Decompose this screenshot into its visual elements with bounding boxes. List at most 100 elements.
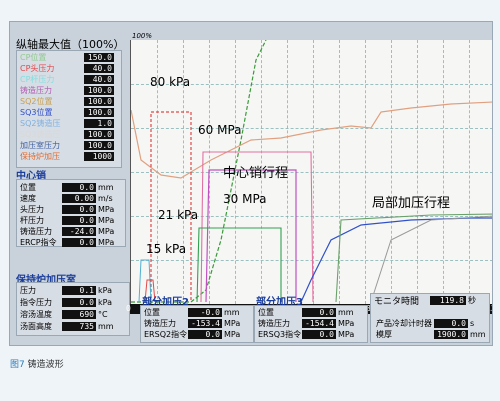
figure-caption: 图7 铸造波形 xyxy=(10,357,64,370)
legend-row: SQ2位置 100.0 xyxy=(18,96,114,106)
data-row: 指令压力 0.0 kPa xyxy=(18,297,112,307)
data-row: ERSQ2指令 0.0 MPa xyxy=(142,329,240,339)
top-axis-mark: 100% xyxy=(132,32,153,40)
legend-value: 100.0 xyxy=(84,96,114,106)
legend-row: 保持炉加压 1000 xyxy=(18,151,114,161)
row-unit: s xyxy=(470,318,475,328)
row-unit: mm xyxy=(470,329,486,339)
row-label: 铸造压力 xyxy=(144,318,176,328)
legend-label: 保持炉加压 xyxy=(20,151,60,161)
legend-value: 1000 xyxy=(84,151,114,161)
legend-label: SQ2铸造压 xyxy=(20,118,61,128)
data-row: 压力 0.1 kPa xyxy=(18,285,112,295)
row-label: ERCP指令 xyxy=(20,237,57,247)
legend-label: 铸造压力 xyxy=(20,85,52,95)
x-tick-label: 0 xyxy=(126,304,131,313)
row-unit: °C xyxy=(98,309,108,319)
row-value: 0.1 xyxy=(62,285,96,295)
monitor-time-row: モニタ時間 119.8 秒 xyxy=(374,295,476,307)
legend-value: 1.0 xyxy=(84,118,114,128)
row-label: ERSQ2指令 xyxy=(144,329,188,339)
row-value: 0.0 xyxy=(62,204,96,214)
row-label: 位置 xyxy=(258,307,274,317)
legend-row: SQ3铸造压 100.0 xyxy=(18,129,114,139)
legend-row: CP杆压力 40.0 xyxy=(18,74,114,84)
row-value: 0.0 xyxy=(62,237,96,247)
row-unit: mm xyxy=(224,307,240,317)
row-label: 头压力 xyxy=(20,204,44,214)
legend-value: 100.0 xyxy=(84,129,114,139)
legend-row: CP位置 150.0 xyxy=(18,52,114,62)
row-value: 0.0 xyxy=(434,318,468,328)
data-row: 铸造压力 -154.4 MPa xyxy=(256,318,354,328)
legend-row: CP头压力 40.0 xyxy=(18,63,114,73)
monitor-time-label: モニタ時間 xyxy=(374,296,420,307)
row-value: -0.0 xyxy=(188,307,222,317)
row-value: 1900.0 xyxy=(434,329,468,339)
row-value: 0.0 xyxy=(62,297,96,307)
data-row: 位置 0.0 mm xyxy=(18,182,114,192)
data-row: 位置 0.0 mm xyxy=(256,307,354,317)
data-row: 产品冷却计时器 0.0 s xyxy=(374,318,474,328)
row-label: 位置 xyxy=(144,307,160,317)
row-label: 杆压力 xyxy=(20,215,44,225)
legend-label: SQ3位置 xyxy=(20,107,53,117)
row-label: 铸造压力 xyxy=(258,318,290,328)
row-label: 位置 xyxy=(20,182,36,192)
annot-center-pin-stroke: 中心销行程 xyxy=(223,166,289,181)
monitor-screen: 纵轴最大值（100%） 100% CP位置 150.0 CP头压力 40.0 CP杆压力… xyxy=(9,21,493,346)
legend-row: 加压室压力 100.0 xyxy=(18,140,114,150)
legend-value: 100.0 xyxy=(84,140,114,150)
row-unit: MPa xyxy=(98,204,115,214)
annot-30mpa: 30 MPa xyxy=(223,192,267,206)
row-unit: kPa xyxy=(98,297,112,307)
row-value: 0.0 xyxy=(302,307,336,317)
monitor-time-value: 119.8 xyxy=(430,295,466,305)
data-row: 杆压力 0.0 MPa xyxy=(18,215,114,225)
legend-value: 40.0 xyxy=(84,63,114,73)
row-value: 0.0 xyxy=(62,215,96,225)
caption-text: 铸造波形 xyxy=(27,360,64,370)
row-label: ERSQ3指令 xyxy=(258,329,302,339)
row-unit: kPa xyxy=(98,285,112,295)
legend-label: CP头压力 xyxy=(20,63,55,73)
annot-80kpa: 80 kPa xyxy=(150,75,191,89)
legend-label: SQ2位置 xyxy=(20,96,53,106)
row-unit: MPa xyxy=(338,329,355,339)
row-unit: MPa xyxy=(98,237,115,247)
row-unit: MPa xyxy=(224,318,241,328)
annot-15kpa: 15 kPa xyxy=(146,242,187,256)
row-value: 735 xyxy=(62,321,96,331)
row-label: 速度 xyxy=(20,193,36,203)
legend-row: 铸造压力 100.0 xyxy=(18,85,114,95)
data-row: 位置 -0.0 mm xyxy=(142,307,240,317)
row-unit: MPa xyxy=(224,329,241,339)
row-unit: mm xyxy=(338,307,354,317)
annot-60mpa: 60 MPa xyxy=(198,123,242,137)
data-row: ERSQ3指令 0.0 MPa xyxy=(256,329,354,339)
data-row: 速度 0.00 m/s xyxy=(18,193,113,203)
row-label: 产品冷却计时器 xyxy=(376,318,432,328)
legend-label: CP杆压力 xyxy=(20,74,55,84)
row-unit: mm xyxy=(98,182,114,192)
row-unit: mm xyxy=(98,321,114,331)
data-row: 溶汤温度 690 °C xyxy=(18,309,108,319)
legend-label: SQ3铸造压 xyxy=(20,129,61,139)
legend-row: SQ2铸造压 1.0 xyxy=(18,118,114,128)
row-label: 汤面高度 xyxy=(20,321,52,331)
legend-row: SQ3位置 100.0 xyxy=(18,107,114,117)
row-unit: MPa xyxy=(98,226,115,236)
legend-value: 150.0 xyxy=(84,52,114,62)
monitor-time-unit: 秒 xyxy=(468,295,476,305)
legend-value: 100.0 xyxy=(84,107,114,117)
data-row: 头压力 0.0 MPa xyxy=(18,204,114,214)
legend-label: CP位置 xyxy=(20,52,47,62)
data-row: ERCP指令 0.0 MPa xyxy=(18,237,114,247)
row-value: 0.0 xyxy=(62,182,96,192)
row-unit: m/s xyxy=(98,193,113,203)
row-value: -154.4 xyxy=(302,318,336,328)
row-label: 溶汤温度 xyxy=(20,309,52,319)
row-value: 0.0 xyxy=(302,329,336,339)
data-row: 汤面高度 735 mm xyxy=(18,321,114,331)
legend-value: 40.0 xyxy=(84,74,114,84)
